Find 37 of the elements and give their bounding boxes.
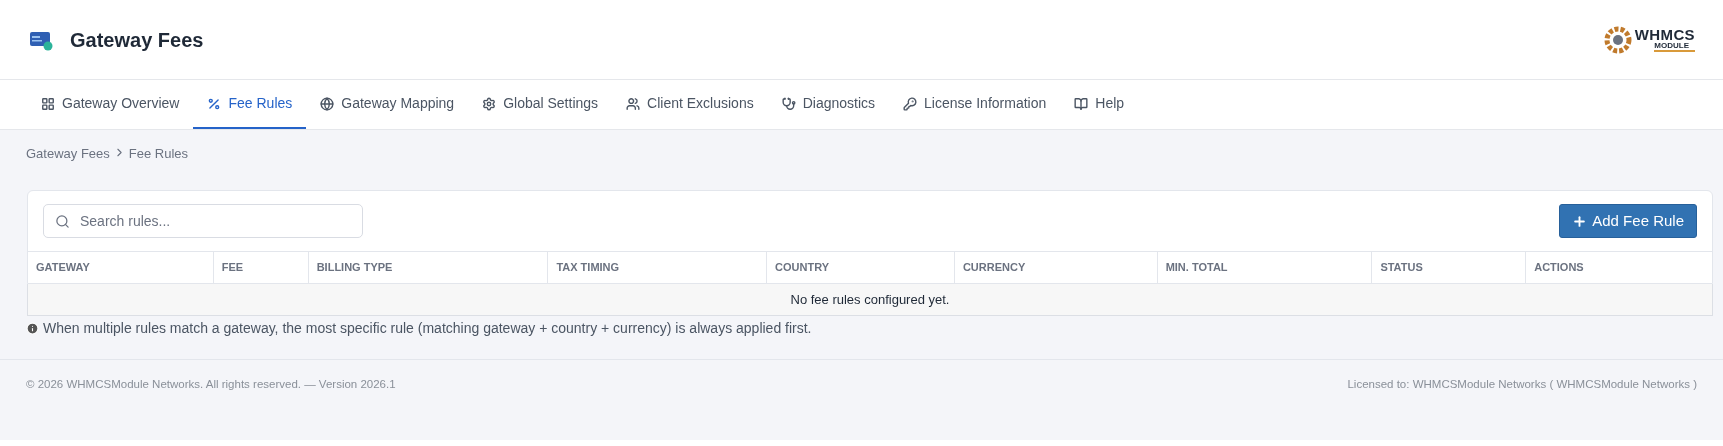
globe-icon (320, 96, 335, 111)
breadcrumb-link[interactable]: Gateway Fees (26, 144, 110, 164)
info-icon (26, 322, 39, 335)
book-icon (1074, 96, 1089, 111)
percent-icon (207, 96, 222, 111)
nav-tab[interactable]: Help (1060, 80, 1139, 129)
grid-icon (41, 96, 55, 111)
gear-icon (482, 96, 497, 111)
nav-tab[interactable]: Gateway Overview (27, 80, 194, 129)
nav-tab[interactable]: Client Exclusions (612, 80, 768, 129)
column-header: CURRENCY (954, 252, 1158, 283)
stethoscope-icon (781, 96, 796, 111)
breadcrumb-current: Fee Rules (128, 145, 189, 163)
nav-tab[interactable]: Gateway Mapping (306, 80, 469, 129)
column-header: BILLING TYPE (308, 252, 549, 283)
users-icon (626, 96, 641, 111)
column-header: COUNTRY (767, 252, 955, 283)
search-icon (55, 214, 70, 229)
nav-tab[interactable]: License Information (889, 80, 1061, 129)
copyright-text: © 2026 WHMCSModule Networks. All rights reserved. — Version 2026.1 (26, 377, 396, 392)
column-header: FEE (213, 252, 309, 283)
nav-tab[interactable]: Diagnostics (767, 80, 890, 129)
column-header: TAX TIMING (548, 252, 768, 283)
nav-tab[interactable]: Global Settings (468, 80, 613, 129)
column-header: MIN. TOTAL (1157, 252, 1373, 283)
logo: WHMCS MODULE (1602, 24, 1695, 55)
page-title: Gateway Fees (70, 27, 204, 53)
add-fee-rule-button[interactable]: Add Fee Rule (1559, 204, 1697, 238)
plus-icon (1572, 213, 1588, 229)
column-header: GATEWAY (28, 252, 214, 283)
key-icon (903, 96, 918, 111)
column-header: STATUS (1372, 252, 1527, 283)
license-text: Licensed to: WHMCSModule Networks ( WHMCSModule Networks ) (1347, 377, 1697, 392)
empty-table-message: No fee rules configured yet. (790, 290, 950, 309)
column-header: ACTIONS (1533, 260, 1585, 276)
search-field[interactable]: Search rules... (43, 204, 363, 238)
info-note: When multiple rules match a gateway, the most specific rule (matching gateway + country + currency) is always applied first. (43, 319, 812, 338)
